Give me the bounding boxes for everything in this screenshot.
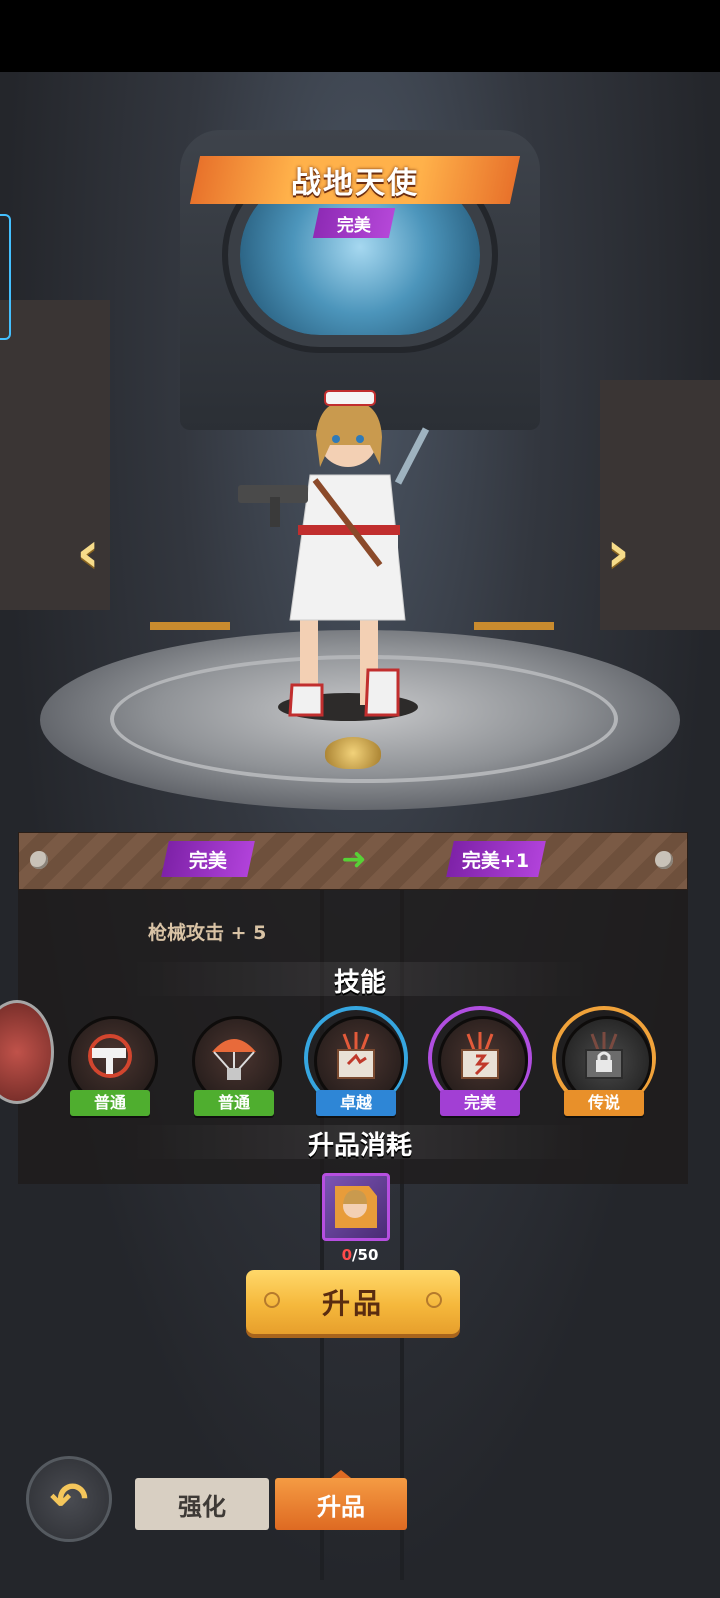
hero-shard-icon[interactable] (322, 1173, 390, 1241)
next-hero-arrow[interactable]: › (598, 525, 638, 581)
shard-count: 0/50 (0, 1246, 720, 1264)
upgrade-cost-title: 升品消耗 (307, 1131, 412, 1161)
skills-title: 技能 (333, 968, 386, 998)
skill-slot-1[interactable]: 普通 (62, 1010, 158, 1116)
upgrade-button-label: 升品 (321, 1287, 384, 1320)
supply-crate-icon (337, 1032, 375, 1079)
back-arrow-icon: ↶ (49, 1472, 89, 1526)
arrow-right-icon: ➜ (341, 842, 367, 877)
previous-hero-arrow[interactable]: ‹ (68, 525, 108, 581)
skill-tier-label: 完美 (440, 1090, 520, 1116)
next-rank-label: 完美+1 (462, 849, 530, 872)
skill-slot-5[interactable]: 传说 (556, 1010, 652, 1116)
hero-emblem (325, 737, 381, 769)
skill-tier-label: 普通 (70, 1090, 150, 1116)
tab-upgrade[interactable]: 升品 (275, 1478, 407, 1530)
hero-character (238, 390, 430, 721)
supply-crate-icon (461, 1032, 499, 1079)
background-pillar (600, 380, 720, 630)
status-bar (0, 0, 720, 72)
locked-crate-icon (585, 1032, 623, 1079)
platform-lamp (150, 622, 230, 630)
hero-name: 战地天使 (291, 166, 419, 201)
side-tab[interactable] (0, 214, 11, 340)
uzi-gun-icon (88, 1034, 132, 1078)
upgrade-button[interactable]: 升品 (246, 1270, 460, 1334)
hero-rank: 完美 (337, 215, 371, 236)
stat-bonus: 枪械攻击 + 5 (148, 922, 267, 944)
hero-name-banner: 战地天使 (189, 156, 521, 204)
skill-slot-3[interactable]: 卓越 (308, 1010, 404, 1116)
skill-slot-4[interactable]: 完美 (432, 1010, 528, 1116)
back-button[interactable]: ↶ (26, 1456, 112, 1542)
hero-rank-badge: 完美 (312, 208, 396, 238)
airdrop-parachute-icon (212, 1039, 256, 1080)
shard-have: 0 (341, 1246, 353, 1264)
tab-enhance[interactable]: 强化 (135, 1478, 269, 1530)
screw-decoration (30, 851, 48, 869)
screw-decoration (655, 851, 673, 869)
button-decoration (264, 1292, 280, 1308)
hero-portrait (335, 1186, 377, 1228)
platform-lamp (474, 622, 554, 630)
skill-tier-label: 普通 (194, 1090, 274, 1116)
tab-enhance-label: 强化 (178, 1492, 226, 1521)
button-decoration (426, 1292, 442, 1308)
tab-upgrade-label: 升品 (317, 1492, 365, 1521)
next-rank-tag: 完美+1 (446, 841, 546, 877)
current-rank-label: 完美 (188, 849, 227, 872)
current-rank-tag: 完美 (161, 841, 255, 877)
skill-slot-2[interactable]: 普通 (186, 1010, 282, 1116)
skill-tier-label: 传说 (564, 1090, 644, 1116)
skill-tier-label: 卓越 (316, 1090, 396, 1116)
shard-need: /50 (352, 1246, 379, 1264)
